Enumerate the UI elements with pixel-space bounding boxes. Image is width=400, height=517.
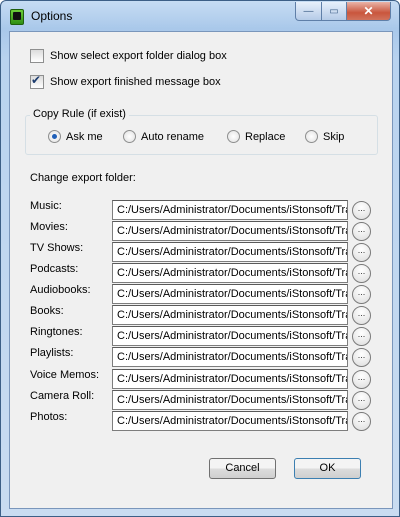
folder-label: Books: (30, 305, 64, 317)
folder-path-field[interactable]: C:/Users/Administrator/Documents/iStonso… (112, 284, 348, 304)
folder-row-camera-roll: Camera Roll: C:/Users/Administrator/Docu… (10, 390, 392, 411)
radio-replace-label: Replace (245, 130, 286, 143)
folder-row-music: Music: C:/Users/Administrator/Documents/… (10, 200, 392, 221)
show-folder-dialog-option[interactable]: Show select export folder dialog box (30, 49, 227, 63)
browse-button[interactable]: ... (352, 348, 371, 367)
caption-buttons: — ▭ ✕ (295, 2, 391, 21)
browse-button[interactable]: ... (352, 285, 371, 304)
dialog-body: Show select export folder dialog box Sho… (9, 31, 393, 509)
folder-label: Audiobooks: (30, 284, 91, 296)
browse-button[interactable]: ... (352, 201, 371, 220)
folder-label: Playlists: (30, 347, 74, 359)
folder-label: TV Shows: (30, 242, 84, 254)
folder-path-field[interactable]: C:/Users/Administrator/Documents/iStonso… (112, 263, 348, 283)
folder-path-field[interactable]: C:/Users/Administrator/Documents/iStonso… (112, 242, 348, 262)
ok-button[interactable]: OK (294, 458, 361, 479)
folder-row-podcasts: Podcasts: C:/Users/Administrator/Documen… (10, 263, 392, 284)
browse-button[interactable]: ... (352, 264, 371, 283)
folder-row-movies: Movies: C:/Users/Administrator/Documents… (10, 221, 392, 242)
folder-label: Movies: (30, 221, 68, 233)
browse-button[interactable]: ... (352, 412, 371, 431)
folder-row-audiobooks: Audiobooks: C:/Users/Administrator/Docum… (10, 284, 392, 305)
radio-auto-rename-dot[interactable] (123, 130, 136, 143)
show-finished-msg-label: Show export finished message box (50, 76, 221, 88)
show-finished-msg-checkbox[interactable] (30, 73, 44, 89)
radio-ask-me[interactable]: Ask me (48, 130, 103, 143)
radio-auto-rename-label: Auto rename (141, 130, 204, 143)
folder-label: Ringtones: (30, 326, 83, 338)
folder-row-voice-memos: Voice Memos: C:/Users/Administrator/Docu… (10, 369, 392, 390)
folder-row-playlists: Playlists: C:/Users/Administrator/Docume… (10, 347, 392, 368)
folder-path-field[interactable]: C:/Users/Administrator/Documents/iStonso… (112, 326, 348, 346)
folder-row-tv-shows: TV Shows: C:/Users/Administrator/Documen… (10, 242, 392, 263)
app-icon (10, 9, 24, 25)
copy-rule-group: Copy Rule (if exist) Ask me Auto rename … (25, 108, 378, 155)
browse-button[interactable]: ... (352, 243, 371, 262)
folder-label: Music: (30, 200, 62, 212)
browse-button[interactable]: ... (352, 370, 371, 389)
folder-path-field[interactable]: C:/Users/Administrator/Documents/iStonso… (112, 347, 348, 367)
show-folder-dialog-label: Show select export folder dialog box (50, 50, 227, 62)
radio-skip[interactable]: Skip (305, 130, 344, 143)
radio-skip-dot[interactable] (305, 130, 318, 143)
close-button[interactable]: ✕ (347, 2, 391, 21)
radio-ask-me-dot[interactable] (48, 130, 61, 143)
folder-path-field[interactable]: C:/Users/Administrator/Documents/iStonso… (112, 390, 348, 410)
folder-row-photos: Photos: C:/Users/Administrator/Documents… (10, 411, 392, 432)
maximize-button[interactable]: ▭ (322, 2, 347, 21)
folder-path-field[interactable]: C:/Users/Administrator/Documents/iStonso… (112, 221, 348, 241)
window-title: Options (31, 9, 73, 23)
folder-row-books: Books: C:/Users/Administrator/Documents/… (10, 305, 392, 326)
browse-button[interactable]: ... (352, 391, 371, 410)
browse-button[interactable]: ... (352, 327, 371, 346)
radio-ask-me-label: Ask me (66, 130, 103, 143)
radio-skip-label: Skip (323, 130, 345, 143)
show-folder-dialog-checkbox[interactable] (30, 49, 44, 63)
folder-label: Voice Memos: (30, 369, 100, 381)
folder-label: Camera Roll: (30, 390, 95, 402)
title-bar[interactable]: Options — ▭ ✕ (1, 1, 399, 31)
folder-row-ringtones: Ringtones: C:/Users/Administrator/Docume… (10, 326, 392, 347)
export-folder-heading: Change export folder: (30, 172, 136, 184)
minimize-button[interactable]: — (295, 2, 322, 21)
radio-replace[interactable]: Replace (227, 130, 285, 143)
copy-rule-label: Copy Rule (if exist) (30, 108, 129, 120)
browse-button[interactable]: ... (352, 306, 371, 325)
folder-path-field[interactable]: C:/Users/Administrator/Documents/iStonso… (112, 200, 348, 220)
cancel-button[interactable]: Cancel (209, 458, 276, 479)
show-finished-msg-option[interactable]: Show export finished message box (30, 73, 221, 89)
options-window: Options — ▭ ✕ Show select export folder … (0, 0, 400, 517)
radio-auto-rename[interactable]: Auto rename (123, 130, 204, 143)
folder-path-field[interactable]: C:/Users/Administrator/Documents/iStonso… (112, 305, 348, 325)
folder-label: Podcasts: (30, 263, 79, 275)
browse-button[interactable]: ... (352, 222, 371, 241)
folder-path-field[interactable]: C:/Users/Administrator/Documents/iStonso… (112, 369, 348, 389)
folder-path-field[interactable]: C:/Users/Administrator/Documents/iStonso… (112, 411, 348, 431)
radio-replace-dot[interactable] (227, 130, 240, 143)
folder-label: Photos: (30, 411, 68, 423)
